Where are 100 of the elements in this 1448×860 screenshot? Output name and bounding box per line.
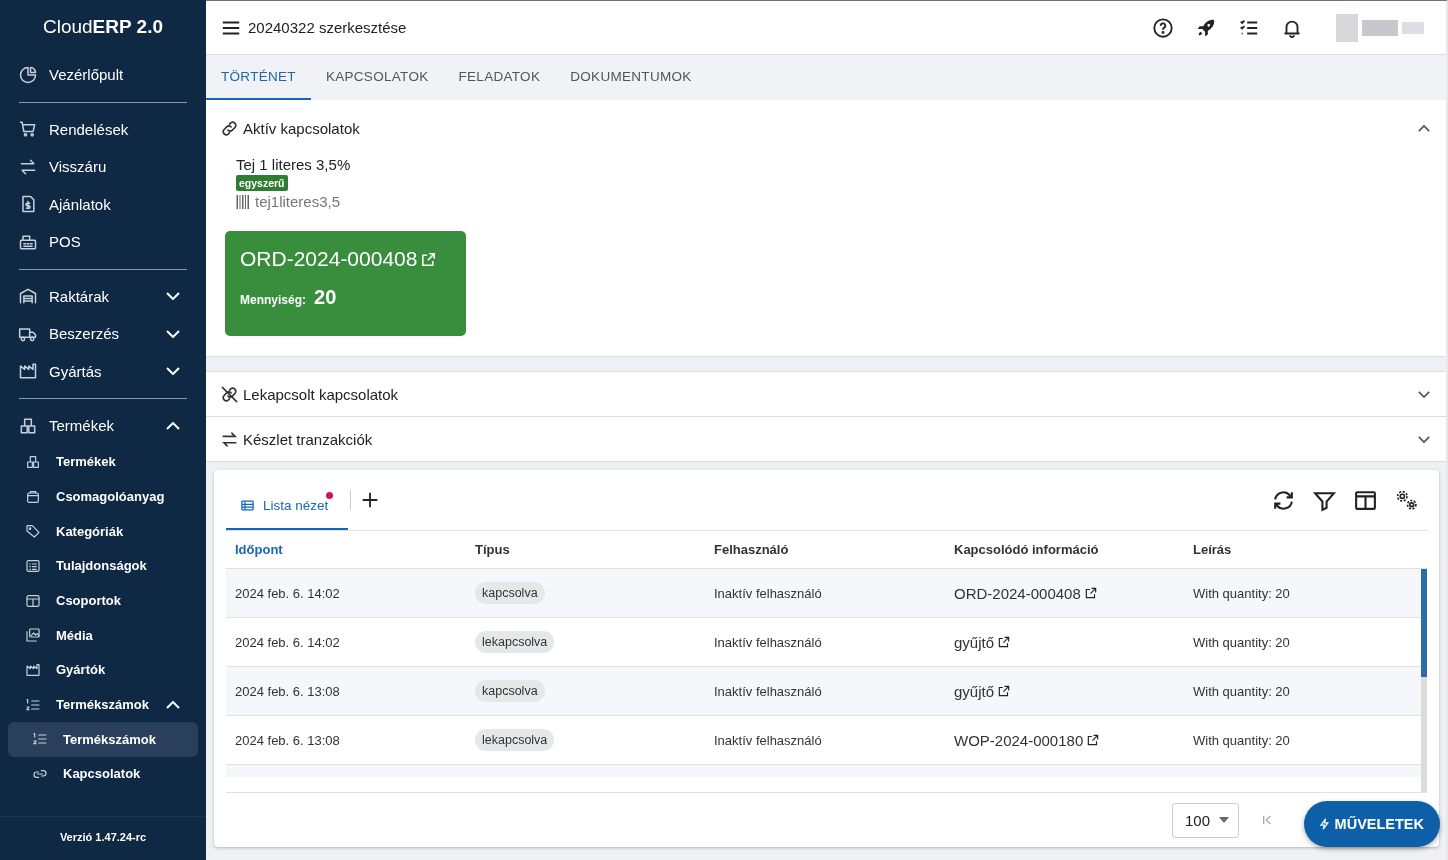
type-chip: kapcsolva [475,680,545,702]
sidebar-item-label: POS [49,233,82,251]
related-link[interactable]: WOP-2024-000180 [954,731,1084,749]
order-card[interactable]: ORD-2024-000408 Mennyiség: 20 [225,231,466,336]
sidebar-item-label: Kapcsolatok [63,766,142,782]
tab[interactable]: KAPCSOLATOK [310,55,444,100]
scrollbar[interactable] [1421,569,1427,792]
table-cell: 2024 feb. 6. 13:08 [235,683,340,699]
product-type-badge: egyszerű [236,175,288,191]
sidebar-item-label: Visszáru [49,158,108,176]
boxes-icon [25,453,41,470]
cart-icon [18,119,38,140]
table-cell: With quantity: 20 [1193,683,1290,699]
sidebar-item-label: Vezérlőpult [49,66,125,84]
order-number: ORD-2024-000408 [240,247,418,271]
factory-icon [25,661,41,678]
panel-header[interactable]: Aktív kapcsolatok [206,100,1446,156]
panel-header[interactable]: Lekapcsolt kapcsolatok [206,372,1446,416]
type-chip: lekapcsolva [475,729,555,751]
tag-icon [25,523,41,540]
table-row[interactable]: 2024 feb. 6. 14:02 kapcsolva Inaktív felhasználó ORD-2024-000408 With quantity: 20 [226,569,1421,618]
table-cell: With quantity: 20 [1193,634,1290,650]
sidebar-item-label: Tulajdonságok [56,558,148,574]
sidebar-subitem[interactable]: Kategóriák [8,513,198,549]
swap-arrows-icon [220,429,239,449]
sidebar-item[interactable]: Ajánlatok [8,185,198,223]
table-cell: With quantity: 20 [1193,732,1290,748]
sidebar-item[interactable]: Vezérlőpult [8,56,198,94]
sidebar-item-label: Termékszámok [56,697,150,713]
related-link[interactable]: gyűjtő [954,682,995,700]
sidebar-subitem[interactable]: Csoportok [8,583,198,618]
table-cell: 2024 feb. 6. 14:02 [235,634,340,650]
product-name: Tej 1 literes 3,5% [236,156,351,173]
table-cell: Inaktív felhasználó [714,634,822,650]
external-link-icon[interactable] [997,635,1012,649]
list-view-tab[interactable]: Lista nézet [226,482,349,530]
actions-button[interactable]: MŰVELETEK [1303,801,1440,847]
external-link-icon[interactable] [1083,586,1098,600]
product-code: tej1literes3,5 [255,193,341,210]
sidebar-item-label: Ajánlatok [49,195,112,213]
external-link-icon[interactable] [1086,733,1101,747]
table-cell: Inaktív felhasználó [714,585,822,601]
related-link[interactable]: gyűjtő [954,633,995,651]
sidebar-item-label: Média [56,627,94,643]
type-chip: kapcsolva [475,582,545,604]
numbered-list-icon [25,696,41,713]
sidebar-subitem[interactable]: Termékszámok [8,722,198,757]
panel-header[interactable]: Készlet tranzakciók [206,417,1446,461]
sidebar-subitem[interactable]: Tulajdonságok [8,548,198,584]
tab[interactable]: FELADATOK [443,55,556,100]
table-icon [240,497,255,513]
page-size-select[interactable]: 100 [1172,802,1239,838]
table-cell: 2024 feb. 6. 14:02 [235,585,340,601]
sidebar-item[interactable]: Termékek [8,407,198,445]
sidebar-subitem[interactable]: Gyártók [8,652,198,688]
tab[interactable]: DOKUMENTUMOK [555,55,707,100]
sidebar-subitem[interactable]: Csomagolóanyag [8,479,198,514]
panel-title: Aktív kapcsolatok [243,119,361,137]
sidebar-item[interactable]: Rendelések [8,110,198,148]
sidebar-item[interactable]: Visszáru [8,148,198,186]
list-icon [25,557,41,574]
images-icon [25,627,41,644]
columns-icon [25,592,41,609]
sidebar-item-label: Termékek [49,417,116,435]
table-row[interactable]: 2024 feb. 6. 13:08 kapcsolva Inaktív felhasználó gyűjtő With quantity: 20 [226,667,1421,716]
sidebar-item[interactable]: Raktárak [8,277,198,315]
related-link[interactable]: ORD-2024-000408 [954,584,1081,602]
panel-title: Készlet tranzakciók [243,430,374,448]
quantity-value: 20 [314,286,337,309]
sidebar-subitem[interactable]: Termékek [8,444,198,480]
table-cell: Inaktív felhasználó [714,683,822,699]
help-icon[interactable] [1152,16,1174,39]
sidebar-item-label: Gyártás [49,362,103,380]
column-header[interactable]: Kapcsolódó információ [945,542,1184,557]
sidebar-item[interactable]: Beszerzés [8,315,198,353]
column-header[interactable]: Leírás [1184,542,1427,557]
barcode-icon [236,194,251,209]
caret-icon [1219,817,1230,823]
package-icon [25,488,41,505]
sidebar-item[interactable]: Gyártás [8,352,198,390]
column-header[interactable]: Felhasználó [705,542,945,557]
table-cell: With quantity: 20 [1193,585,1290,601]
sidebar-item-label: Csoportok [56,593,122,609]
sidebar-item[interactable]: POS [8,223,198,261]
column-header[interactable]: Időpont [226,542,466,557]
sidebar-item-label: Beszerzés [49,325,121,343]
panel-title: Lekapcsolt kapcsolatok [243,385,400,403]
lightning-icon [1317,817,1332,831]
pie-chart-icon [18,64,38,85]
sidebar-item-label: Csomagolóanyag [56,489,166,505]
sidebar-subitem[interactable]: Termékszámok [8,687,198,722]
sidebar-item-label: Raktárak [49,287,111,305]
external-link-icon[interactable] [997,684,1012,698]
quantity-label: Mennyiség: [240,293,306,307]
sidebar-subitem[interactable]: Média [8,617,198,653]
column-header[interactable]: Típus [466,542,705,557]
sidebar-subitem[interactable]: Kapcsolatok [8,756,198,791]
sidebar-item-label: Rendelések [49,120,130,138]
sidebar-item-label: Termékek [56,454,117,470]
page-title: 20240322 szerkesztése [248,19,407,36]
